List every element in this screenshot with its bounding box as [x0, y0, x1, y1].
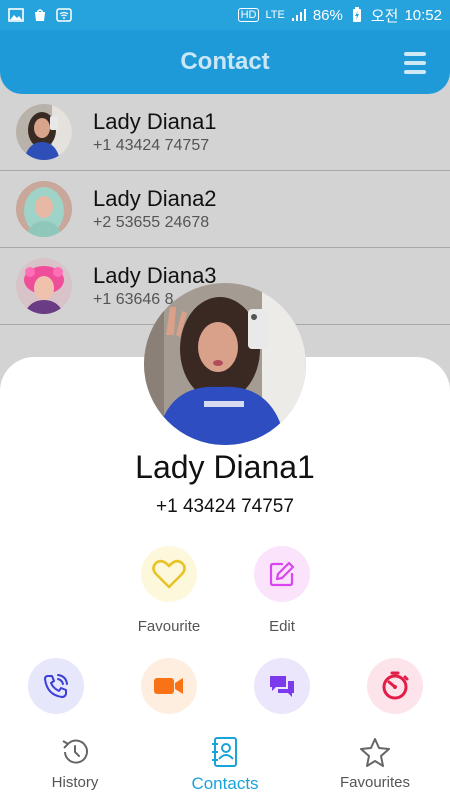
nav-label: Contacts [191, 774, 259, 793]
signal-icon [291, 8, 307, 22]
nav-history[interactable]: History [5, 736, 145, 791]
edit-button[interactable] [254, 546, 310, 602]
timer-button[interactable] [367, 658, 423, 714]
nav-favourites[interactable]: Favourites [305, 736, 445, 791]
video-call-button[interactable] [141, 658, 197, 714]
clock-time: 10:52 [404, 6, 442, 24]
shopping-bag-icon [32, 8, 48, 22]
contact-detail-phone: +1 43424 74757 [156, 496, 294, 517]
phone-call-icon [44, 674, 68, 698]
favourite-button[interactable] [141, 546, 197, 602]
contact-name: Lady Diana2 [93, 186, 217, 211]
app-bar: Contact [0, 30, 450, 94]
heart-icon [152, 559, 186, 589]
contact-photo [144, 283, 306, 445]
gallery-icon [8, 8, 24, 22]
status-left [8, 8, 72, 22]
edit-label: Edit [269, 618, 295, 635]
bottom-navigation: History Contacts Favourites [0, 730, 450, 800]
battery-percent: 86% [312, 6, 343, 24]
menu-icon-bar [404, 61, 426, 65]
contacts-icon [212, 737, 237, 767]
menu-icon-bar [404, 70, 426, 74]
lte-badge: LTE [265, 9, 285, 21]
contact-name: Lady Diana1 [93, 109, 217, 134]
avatar [16, 258, 72, 314]
time-ampm: 오전 [370, 7, 399, 25]
nav-label: Favourites [339, 774, 411, 791]
status-bar: HD LTE 86% 오전 10:52 [0, 0, 450, 30]
avatar [16, 104, 72, 160]
nav-contacts[interactable]: Contacts [155, 736, 295, 794]
hd-badge: HD [237, 8, 260, 22]
edit-icon [269, 561, 295, 587]
history-icon [62, 739, 88, 764]
wifi-box-icon [56, 8, 72, 22]
page-title: Contact [180, 48, 270, 75]
status-right: HD LTE 86% 오전 10:52 [237, 5, 442, 26]
chat-icon [270, 676, 294, 697]
nav-label: History [51, 774, 99, 791]
contact-phone: +2 53655 24678 [93, 214, 210, 231]
avatar [16, 181, 72, 237]
star-icon [360, 738, 390, 767]
contact-detail-name: Lady Diana1 [135, 449, 315, 485]
menu-button[interactable] [404, 52, 426, 74]
contact-name: Lady Diana3 [93, 263, 217, 288]
menu-icon [404, 52, 426, 56]
contact-phone: +1 43424 74757 [93, 137, 210, 154]
video-call-icon [154, 678, 183, 694]
contact-text: Lady Diana1 +1 43424 74757 [93, 109, 217, 155]
contact-row[interactable]: Lady Diana1 +1 43424 74757 [0, 94, 450, 171]
timer-icon [382, 671, 409, 700]
favourite-label: Favourite [137, 618, 201, 635]
contact-row[interactable]: Lady Diana2 +2 53655 24678 [0, 171, 450, 248]
contact-text: Lady Diana2 +2 53655 24678 [93, 186, 217, 232]
call-button[interactable] [28, 658, 84, 714]
battery-charging-icon [349, 7, 365, 22]
message-button[interactable] [254, 658, 310, 714]
